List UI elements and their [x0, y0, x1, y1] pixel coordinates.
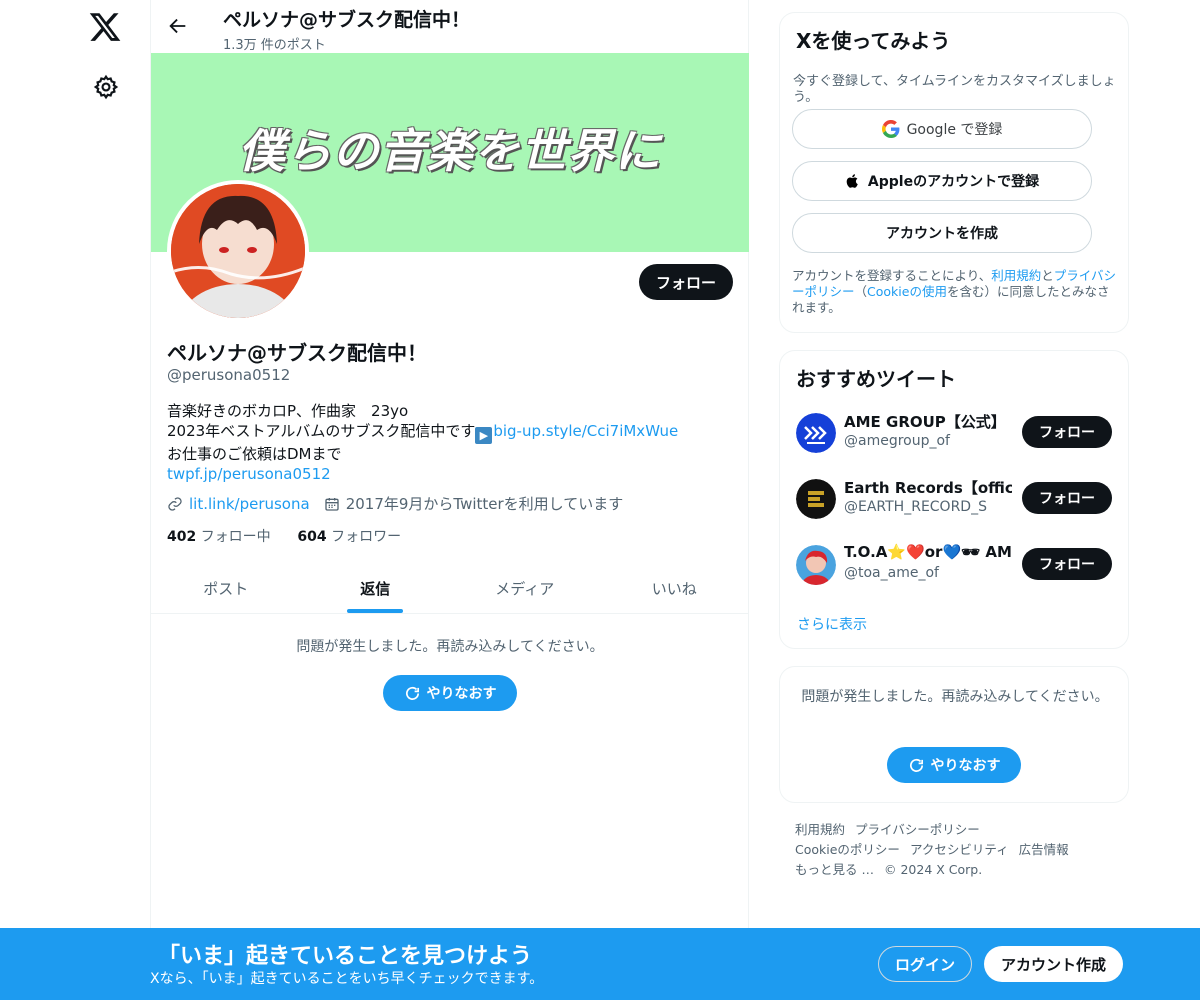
tab-media[interactable]: メディア [450, 560, 600, 613]
footer-link-ads[interactable]: 広告情報 [1019, 842, 1069, 857]
avatar-illustration-icon [171, 184, 305, 318]
footer-link-cookies[interactable]: Cookieのポリシー [795, 842, 900, 857]
recommendations-card: おすすめツイート AME GROUP【公式】 @amegroup_of フォロー… [779, 350, 1129, 649]
follow-button[interactable]: フォロー [1022, 548, 1112, 580]
banner-text: 僕らの音楽を世界に [238, 124, 662, 178]
login-prompt-bar: 「いま」起きていることを見つけよう Xなら、「いま」起きていることをいち早くチェ… [0, 928, 1200, 1000]
retry-button[interactable]: やりなおす [887, 747, 1021, 783]
login-button[interactable]: ログイン [878, 946, 972, 982]
account-handle: @amegroup_of [844, 433, 950, 449]
account-handle: @EARTH_RECORD_S [844, 499, 987, 515]
bio-line: お仕事のご依頼はDMまで [167, 445, 342, 463]
google-icon [881, 120, 900, 138]
follow-button[interactable]: フォロー [1022, 416, 1112, 448]
show-more-link[interactable]: さらに表示 [797, 614, 867, 634]
follow-stats: 402 フォロー中 604 フォロワー [167, 526, 401, 546]
legal-text: と [1041, 268, 1054, 283]
signup-button[interactable]: アカウント作成 [984, 946, 1123, 982]
legal-text: （ [854, 284, 868, 299]
profile-name: ペルソナ@サブスク配信中！ [167, 341, 427, 365]
following-count: 402 [167, 529, 197, 545]
account-name: AME GROUP【公式】 [844, 413, 1006, 431]
profile-avatar-image [171, 184, 305, 318]
prompt-title: 「いま」起きていることを見つけよう [158, 944, 533, 969]
left-nav [60, 0, 150, 928]
side-error-card: 問題が発生しました。再読み込みしてください。 やりなおす [779, 666, 1129, 803]
profile-tabs: ポスト 返信 メディア いいね [151, 560, 749, 614]
feed-error-message: 問題が発生しました。再読み込みしてください。 [296, 639, 604, 655]
legal-text: アカウントを登録することにより、 [792, 268, 992, 283]
retry-label: やりなおす [930, 758, 1001, 774]
side-error-message: 問題が発生しました。再読み込みしてください。 [801, 689, 1109, 705]
apple-icon [846, 174, 858, 188]
create-account-button[interactable]: アカウントを作成 [792, 213, 1092, 253]
post-count: 1.3万 件のポスト [223, 38, 326, 53]
footer-link-accessibility[interactable]: アクセシビリティ [910, 842, 1009, 857]
tab-replies[interactable]: 返信 [301, 560, 451, 613]
cookie-link[interactable]: Cookieの使用 [867, 284, 947, 299]
retry-label: やりなおす [426, 686, 497, 702]
joined-date: 2017年9月からTwitterを利用しています [345, 495, 624, 513]
bio-text: 2023年ベストアルバムのサブスク配信中です [167, 422, 476, 440]
play-button-icon: ▶ [475, 427, 493, 444]
account-name: Earth Records【official [844, 479, 1012, 497]
tab-likes[interactable]: いいね [600, 560, 750, 613]
profile-handle: @perusona0512 [167, 366, 291, 384]
list-item[interactable]: Earth Records【official @EARTH_RECORD_S フ… [796, 477, 1116, 521]
signup-title: Xを使ってみよう [796, 29, 951, 53]
google-signup-label: Google で登録 [906, 122, 1003, 138]
followers-label: フォロワー [331, 529, 402, 545]
back-arrow-icon[interactable] [167, 15, 189, 37]
followers-link[interactable]: 604 フォロワー [297, 529, 401, 545]
toa-avatar-icon [796, 545, 836, 585]
bio-line: 音楽好きのボカロP、作曲家 23yo [167, 402, 409, 420]
terms-link[interactable]: 利用規約 [991, 268, 1041, 283]
refresh-icon [909, 758, 923, 772]
signup-card: Xを使ってみよう 今すぐ登録して、タイムラインをカスタマイズしましょう。 Goo… [779, 12, 1129, 333]
footer-link-terms[interactable]: 利用規約 [795, 822, 845, 837]
bio-link[interactable]: twpf.jp/perusona0512 [167, 464, 678, 484]
avatar[interactable] [167, 180, 309, 322]
signup-subtitle: 今すぐ登録して、タイムラインをカスタマイズしましょう。 [793, 74, 1116, 105]
tab-posts[interactable]: ポスト [151, 560, 301, 613]
footer-copyright: © 2024 X Corp. [883, 862, 983, 877]
followers-count: 604 [297, 529, 327, 545]
following-label: フォロー中 [200, 529, 271, 545]
list-item[interactable]: T.O.A⭐❤️or💙🕶 AME @toa_ame_of フォロー [796, 543, 1116, 587]
legal-notice: アカウントを登録することにより、利用規約とプライバシーポリシー（Cookieの使… [792, 268, 1120, 316]
calendar-icon [325, 497, 339, 511]
prompt-subtitle: Xなら、「いま」起きていることをいち早くチェックできます。 [150, 971, 544, 987]
link-icon [168, 496, 182, 511]
header-title: ペルソナ@サブスク配信中！ [223, 9, 471, 31]
apple-signup-label: Appleのアカウントで登録 [867, 174, 1040, 190]
profile-header: ペルソナ@サブスク配信中！ 1.3万 件のポスト [151, 0, 750, 53]
follow-button[interactable]: フォロー [1022, 482, 1112, 514]
bio-link[interactable]: big-up.style/Cci7iMxWue [493, 422, 678, 440]
list-item[interactable]: AME GROUP【公式】 @amegroup_of フォロー [796, 411, 1116, 455]
footer-link-privacy[interactable]: プライバシーポリシー [855, 822, 980, 837]
profile-bio: 音楽好きのボカロP、作曲家 23yo 2023年ベストアルバムのサブスク配信中で… [167, 401, 678, 484]
footer-links: 利用規約 プライバシーポリシー Cookieのポリシー アクセシビリティ 広告情報 も… [795, 820, 1115, 880]
following-link[interactable]: 402 フォロー中 [167, 529, 271, 545]
apple-signup-button[interactable]: Appleのアカウントで登録 [792, 161, 1092, 201]
x-logo-icon[interactable] [88, 10, 122, 44]
retry-button[interactable]: やりなおす [383, 675, 517, 711]
account-handle: @toa_ame_of [844, 565, 939, 581]
refresh-icon [405, 686, 419, 700]
earth-records-logo-icon [796, 479, 836, 519]
google-signup-button[interactable]: Google で登録 [792, 109, 1092, 149]
recommendations-title: おすすめツイート [796, 367, 956, 391]
gear-icon[interactable] [93, 74, 119, 100]
ame-group-logo-icon [796, 413, 836, 453]
account-name: T.O.A⭐❤️or💙🕶 AME [844, 543, 1012, 561]
footer-link-more[interactable]: もっと見る … [795, 862, 874, 877]
follow-button[interactable]: フォロー [639, 264, 733, 300]
profile-meta: lit.link/perusona 2017年9月からTwitterを利用してい… [167, 493, 623, 514]
bio-line: 2023年ベストアルバムのサブスク配信中です ▶ big-up.style/Cci7… [167, 421, 678, 444]
website-link[interactable]: lit.link/perusona [189, 495, 310, 513]
main-column: ペルソナ@サブスク配信中！ 1.3万 件のポスト 僕らの音楽を世界に フォロー … [150, 0, 749, 928]
